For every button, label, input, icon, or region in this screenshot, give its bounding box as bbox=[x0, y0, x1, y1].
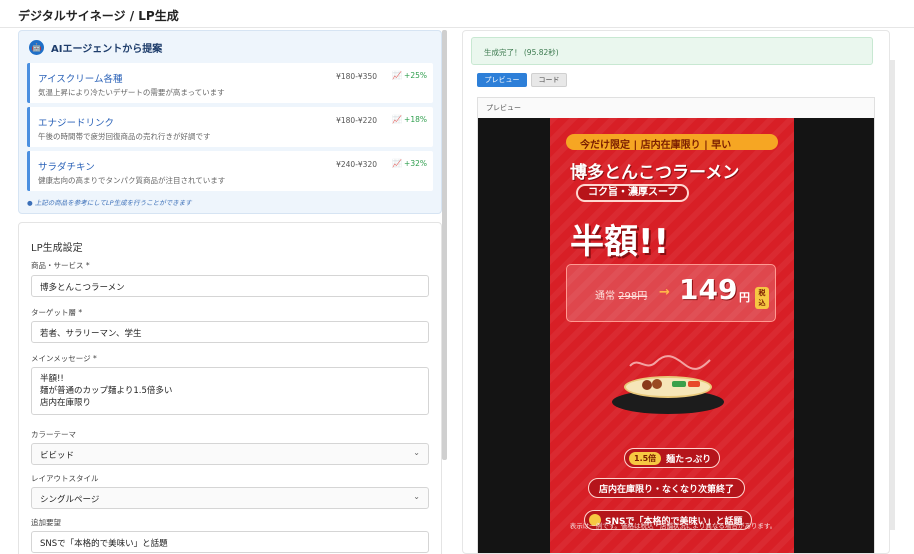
suggestion-name: アイスクリーム各種 bbox=[38, 74, 123, 85]
left-scrollbar[interactable] bbox=[442, 30, 447, 460]
trend-chart-icon: 📈 bbox=[392, 71, 403, 80]
poster-subtitle: コク旨・濃厚スープ bbox=[576, 184, 690, 202]
feature-text: 麺たっぷり bbox=[666, 454, 712, 465]
color-theme-value: ビビッド bbox=[40, 451, 75, 461]
top-bar: デジタルサイネージ / LP生成 bbox=[0, 0, 914, 28]
trend-chart-icon: 📈 bbox=[392, 115, 403, 124]
ai-note-text: 上記の商品を参考にしてLP生成を行うことができます bbox=[34, 199, 192, 207]
success-message: 生成完了！ (95.82秒) bbox=[484, 48, 559, 57]
chevron-down-icon: ⌄ bbox=[413, 448, 420, 457]
chevron-down-icon: ⌄ bbox=[413, 492, 420, 501]
suggestion-desc: 気温上昇により冷たいデザートの需要が高まっています bbox=[38, 88, 225, 97]
feature-pill: 1.5倍 麺たっぷり bbox=[624, 448, 721, 468]
trend-chart-icon: 📈 bbox=[392, 159, 403, 168]
poster-price-box: 通常 298円 → 149 円 税込 bbox=[566, 264, 776, 322]
extra-request-input[interactable]: SNSで「本格的で美味い」と話題 bbox=[31, 531, 429, 553]
suggestion-price: ¥240-¥320 bbox=[336, 160, 377, 169]
poster-title: 博多とんこつラーメン bbox=[570, 163, 740, 183]
ai-panel-note: ● 上記の商品を参考にしてLP生成を行うことができます bbox=[27, 199, 192, 207]
preview-label: プレビュー bbox=[486, 104, 521, 112]
feature-badge: 1.5倍 bbox=[629, 451, 662, 465]
lp-settings-title: LP生成設定 bbox=[31, 243, 83, 254]
tab-code[interactable]: コード bbox=[531, 73, 567, 87]
suggestion-price: ¥180-¥220 bbox=[336, 116, 377, 125]
regular-price-value: 298円 bbox=[618, 291, 648, 302]
layout-style-label: レイアウトスタイル bbox=[31, 474, 99, 483]
suggestion-desc: 午後の時間帯で疲労回復商品の売れ行きが好調です bbox=[38, 132, 211, 141]
ai-suggestion-panel: 🤖 AIエージェントから提案 アイスクリーム各種 ¥180-¥350 📈 +25%… bbox=[18, 30, 442, 214]
suggestion-trend: 📈 +25% bbox=[392, 71, 427, 80]
right-scrollbar[interactable] bbox=[890, 60, 895, 530]
sale-price-unit: 円 bbox=[739, 291, 750, 304]
suggestion-card[interactable]: エナジードリンク ¥180-¥220 📈 +18% 午後の時間帯で疲労回復商品の売… bbox=[27, 107, 433, 147]
arrow-right-icon: → bbox=[659, 285, 670, 300]
success-alert: 生成完了！ (95.82秒) bbox=[471, 37, 873, 65]
result-panel: 生成完了！ (95.82秒) プレビュー コード プレビュー 今だけ限定 | 店… bbox=[462, 30, 890, 554]
message-line: 麺が普通のカップ麺より1.5倍多い bbox=[40, 386, 173, 396]
suggestion-name: エナジードリンク bbox=[38, 118, 115, 129]
product-input[interactable]: 博多とんこつラーメン bbox=[31, 275, 429, 297]
message-line: 店内在庫限り bbox=[40, 398, 92, 408]
regular-price-label: 通常 bbox=[595, 291, 615, 302]
lp-settings-panel: LP生成設定 商品・サービス * 博多とんこつラーメン ターゲット層 * 若者、… bbox=[18, 222, 442, 554]
message-label: メインメッセージ * bbox=[31, 354, 97, 363]
preview-stage: 今だけ限定 | 店内在庫限り | 早い 博多とんこつラーメン コク旨・濃厚スープ… bbox=[478, 118, 874, 553]
green-onion-topping bbox=[672, 381, 686, 387]
color-theme-select[interactable]: ビビッド ⌄ bbox=[31, 443, 429, 465]
chashu-topping bbox=[642, 380, 652, 390]
suggestion-card[interactable]: サラダチキン ¥240-¥320 📈 +32% 健康志向の高まりでタンパク質商品が… bbox=[27, 151, 433, 191]
bowl-noodles bbox=[624, 376, 712, 398]
tax-badge-char: 込 bbox=[758, 299, 766, 307]
tab-preview[interactable]: プレビュー bbox=[477, 73, 527, 87]
feature-pill: 店内在庫限り・なくなり次第終了 bbox=[588, 478, 746, 498]
target-label: ターゲット層 * bbox=[31, 308, 83, 317]
sale-price: 149 bbox=[679, 273, 738, 306]
poster-top-banner: 今だけ限定 | 店内在庫限り | 早い bbox=[566, 134, 778, 150]
poster-headline: 半額!! bbox=[570, 222, 670, 262]
chashu-topping bbox=[652, 379, 662, 389]
preview-frame: プレビュー 今だけ限定 | 店内在庫限り | 早い 博多とんこつラーメン コク旨… bbox=[477, 97, 875, 553]
suggestion-trend: 📈 +32% bbox=[392, 159, 427, 168]
ai-panel-header: 🤖 AIエージェントから提案 bbox=[29, 39, 162, 55]
message-line: 半額!! bbox=[40, 374, 64, 384]
ramen-bowl-illustration bbox=[610, 354, 730, 420]
poster-top-banner-text: 今だけ限定 | 店内在庫限り | 早い bbox=[580, 140, 732, 150]
robot-icon: 🤖 bbox=[29, 39, 44, 55]
product-label: 商品・サービス * bbox=[31, 261, 90, 270]
message-textarea[interactable]: 半額!! 麺が普通のカップ麺より1.5倍多い 店内在庫限り bbox=[31, 367, 429, 415]
suggestion-trend-value: +32% bbox=[404, 159, 427, 168]
suggestion-trend: 📈 +18% bbox=[392, 115, 427, 124]
steam-icon bbox=[629, 355, 711, 370]
page-title: デジタルサイネージ / LP生成 bbox=[18, 9, 179, 23]
target-input[interactable]: 若者、サラリーマン、学生 bbox=[31, 321, 429, 343]
color-theme-label: カラーテーマ bbox=[31, 430, 76, 439]
suggestion-card[interactable]: アイスクリーム各種 ¥180-¥350 📈 +25% 気温上昇により冷たいデザート… bbox=[27, 63, 433, 103]
tax-badge-char: 税 bbox=[758, 289, 766, 297]
tax-included-badge: 税込 bbox=[755, 287, 769, 309]
left-panel: 🤖 AIエージェントから提案 アイスクリーム各種 ¥180-¥350 📈 +25%… bbox=[18, 30, 442, 554]
suggestion-trend-value: +25% bbox=[404, 71, 427, 80]
regular-price: 通常 298円 bbox=[595, 287, 647, 302]
feature-text: 店内在庫限り・なくなり次第終了 bbox=[599, 484, 735, 495]
layout-style-value: シングルページ bbox=[40, 495, 100, 505]
suggestion-price: ¥180-¥350 bbox=[336, 72, 377, 81]
extra-request-label: 追加要望 bbox=[31, 518, 61, 527]
suggestion-desc: 健康志向の高まりでタンパク質商品が注目されています bbox=[38, 176, 226, 185]
poster-disclaimer: 表示は一例です。価格は税込・店舗状況により異なる場合があります。 bbox=[569, 522, 777, 530]
suggestion-trend-value: +18% bbox=[404, 115, 427, 124]
layout-style-select[interactable]: シングルページ ⌄ bbox=[31, 487, 429, 509]
lp-poster: 今だけ限定 | 店内在庫限り | 早い 博多とんこつラーメン コク旨・濃厚スープ… bbox=[550, 118, 794, 553]
ai-panel-title: AIエージェントから提案 bbox=[51, 43, 163, 55]
ginger-topping bbox=[688, 381, 700, 387]
suggestion-name: サラダチキン bbox=[38, 162, 95, 173]
